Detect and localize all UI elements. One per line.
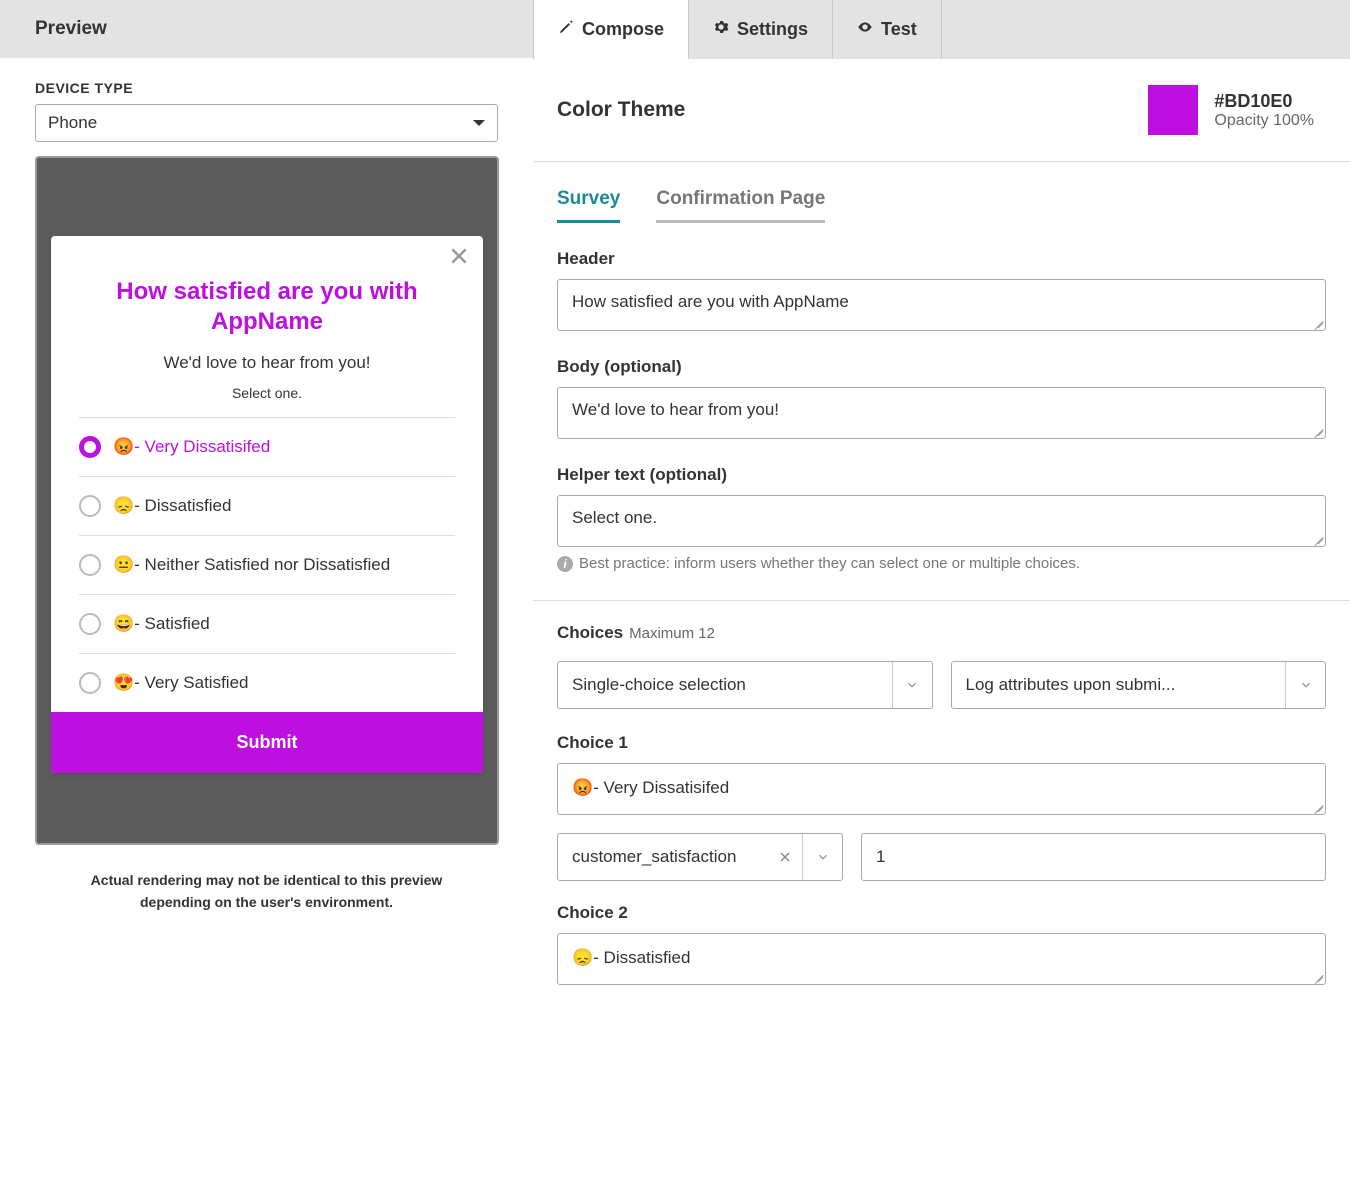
device-type-label: DEVICE TYPE	[35, 80, 498, 96]
editor-panel: Compose Settings Test Color Theme	[533, 0, 1350, 1194]
choice-text-input[interactable]: 😡- Very Dissatisifed	[557, 763, 1326, 815]
radio-icon	[79, 672, 101, 694]
survey-option[interactable]: 😞- Dissatisfied	[79, 476, 455, 535]
survey-option-label: 😐- Neither Satisfied nor Dissatisfied	[113, 555, 390, 575]
eye-icon	[857, 19, 873, 40]
color-hex: #BD10E0	[1214, 91, 1314, 112]
preview-panel: Preview DEVICE TYPE Phone How satisfied …	[0, 0, 533, 1194]
tab-compose[interactable]: Compose	[533, 0, 689, 59]
choice-label: Choice 1	[557, 733, 1326, 753]
log-mode-select[interactable]: Log attributes upon submi...	[951, 661, 1327, 709]
choice-type-select[interactable]: Single-choice selection	[557, 661, 933, 709]
choices-title: ChoicesMaximum 12	[557, 623, 1326, 643]
color-theme-section: Color Theme #BD10E0 Opacity 100%	[533, 59, 1350, 162]
gear-icon	[713, 19, 729, 40]
radio-icon	[79, 495, 101, 517]
chevron-down-icon	[892, 662, 932, 708]
caret-down-icon	[473, 120, 485, 126]
device-type-select[interactable]: Phone	[35, 104, 498, 142]
subtab-survey[interactable]: Survey	[557, 188, 620, 223]
color-swatch	[1148, 85, 1198, 135]
helper-note: i Best practice: inform users whether th…	[557, 555, 1326, 572]
attribute-value-input[interactable]: 1	[861, 833, 1326, 881]
survey-option-label: 😍- Very Satisfied	[113, 673, 249, 693]
helper-label: Helper text (optional)	[557, 465, 1326, 485]
survey-option-label: 😞- Dissatisfied	[113, 496, 231, 516]
survey-helper: Select one.	[51, 373, 483, 417]
radio-icon	[79, 554, 101, 576]
choices-subtitle: Maximum 12	[629, 625, 715, 642]
top-tabs: Compose Settings Test	[533, 0, 1350, 59]
pencil-icon	[558, 19, 574, 40]
body-label: Body (optional)	[557, 357, 1326, 377]
survey-option-label: 😡- Very Dissatisifed	[113, 437, 270, 457]
header-label: Header	[557, 249, 1326, 269]
tab-settings[interactable]: Settings	[689, 0, 833, 59]
info-icon: i	[557, 556, 573, 572]
header-input[interactable]: How satisfied are you with AppName	[557, 279, 1326, 331]
close-icon[interactable]	[449, 246, 469, 271]
tab-test[interactable]: Test	[833, 0, 942, 59]
chevron-down-icon	[1285, 662, 1325, 708]
phone-preview-frame: How satisfied are you with AppName We'd …	[35, 156, 499, 845]
radio-icon	[79, 436, 101, 458]
preview-title: Preview	[0, 0, 533, 58]
attribute-name-select[interactable]: customer_satisfaction	[557, 833, 843, 881]
subtab-confirmation[interactable]: Confirmation Page	[656, 188, 825, 223]
device-type-value: Phone	[48, 113, 97, 133]
color-theme-title: Color Theme	[557, 98, 685, 122]
preview-note: Actual rendering may not be identical to…	[35, 845, 498, 924]
survey-card: How satisfied are you with AppName We'd …	[51, 236, 483, 773]
body-input[interactable]: We'd love to hear from you!	[557, 387, 1326, 439]
survey-option[interactable]: 😍- Very Satisfied	[79, 653, 455, 712]
radio-icon	[79, 613, 101, 635]
survey-header: How satisfied are you with AppName	[51, 271, 483, 337]
choice-label: Choice 2	[557, 903, 1326, 923]
chevron-down-icon	[802, 834, 842, 880]
color-swatch-row[interactable]: #BD10E0 Opacity 100%	[1148, 85, 1314, 135]
survey-option[interactable]: 😐- Neither Satisfied nor Dissatisfied	[79, 535, 455, 594]
choice-text-input[interactable]: 😞- Dissatisfied	[557, 933, 1326, 985]
color-opacity: Opacity 100%	[1214, 112, 1314, 130]
choice-block: Choice 2 😞- Dissatisfied	[557, 903, 1326, 985]
survey-option-label: 😄- Satisfied	[113, 614, 210, 634]
helper-input[interactable]: Select one.	[557, 495, 1326, 547]
submit-button[interactable]: Submit	[51, 712, 483, 773]
survey-option[interactable]: 😡- Very Dissatisifed	[79, 417, 455, 476]
choice-block: Choice 1 😡- Very Dissatisifed customer_sat…	[557, 733, 1326, 881]
clear-icon[interactable]	[768, 851, 802, 863]
survey-body: We'd love to hear from you!	[51, 337, 483, 373]
survey-option[interactable]: 😄- Satisfied	[79, 594, 455, 653]
